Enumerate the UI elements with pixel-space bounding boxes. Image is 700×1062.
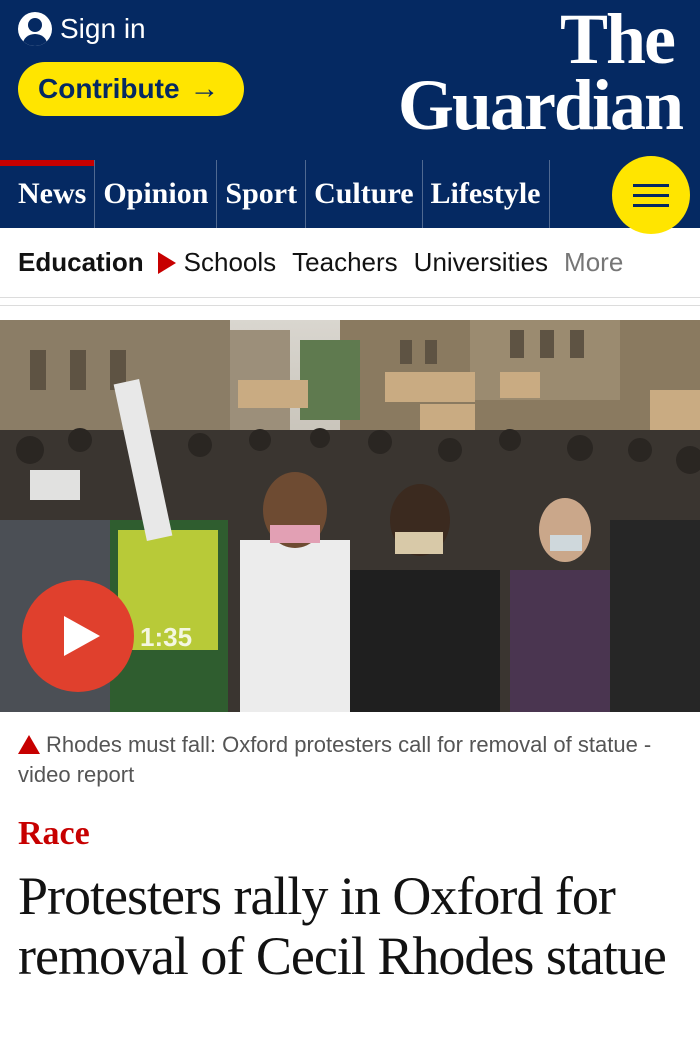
subnav-link-teachers[interactable]: Teachers (292, 247, 398, 278)
pillar-sport[interactable]: Sport (217, 160, 307, 228)
divider (0, 305, 700, 306)
triangle-right-icon (157, 251, 176, 274)
hamburger-icon[interactable] (612, 156, 690, 234)
subnav-more[interactable]: More (564, 247, 623, 278)
menu-line (633, 183, 669, 187)
article-kicker[interactable]: Race (18, 815, 90, 853)
contribute-label: Contribute (38, 73, 180, 104)
sign-in-label: Sign in (60, 13, 146, 44)
subnav-link-schools[interactable]: Schools (184, 247, 277, 278)
pillar-news[interactable]: News (0, 160, 96, 228)
triangle-up-icon (18, 735, 40, 754)
arrow-right-icon: → (189, 72, 220, 105)
article-headline: Protesters rally in Oxford for removal o… (18, 866, 667, 986)
pillar-opinion[interactable]: Opinion (95, 160, 218, 228)
sign-in-link[interactable]: Sign in (18, 12, 146, 46)
menu-line (633, 203, 669, 207)
menu-line (633, 193, 669, 197)
video-duration: 1:35 (140, 622, 193, 652)
pillar-culture[interactable]: Culture (306, 160, 423, 228)
caption-text: Rhodes must fall: Oxford protesters call… (18, 732, 652, 787)
media-caption: Rhodes must fall: Oxford protesters call… (18, 730, 678, 790)
logo-line-2: Guardian (397, 65, 684, 146)
guardian-logo[interactable]: The Guardian (397, 0, 684, 146)
subnav-section-education[interactable]: Education (18, 247, 144, 278)
play-icon[interactable] (22, 580, 134, 692)
pillar-lifestyle[interactable]: Lifestyle (423, 160, 550, 228)
logo-line-1: The (559, 0, 676, 79)
subnav-link-universities[interactable]: Universities (414, 247, 548, 278)
contribute-button[interactable]: Contribute → (18, 62, 244, 116)
profile-icon (18, 12, 52, 46)
section-subnav: Education Schools Teachers Universities … (0, 228, 700, 298)
masthead: Sign in Contribute → The Guardian (0, 0, 700, 160)
pillar-nav: News Opinion Sport Culture Lifestyle (0, 160, 700, 228)
